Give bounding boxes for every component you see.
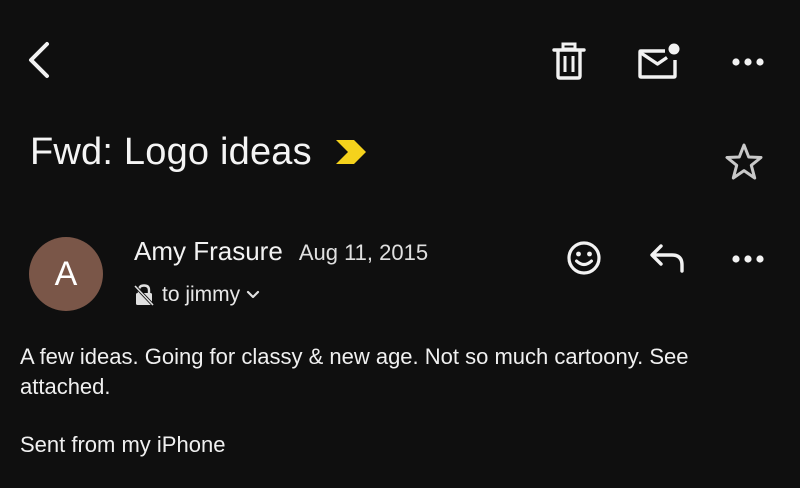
chevron-left-icon <box>29 42 49 78</box>
emoji-icon <box>567 241 601 275</box>
email-body: A few ideas. Going for classy & new age.… <box>20 344 689 399</box>
more-horizontal-icon <box>732 255 764 263</box>
top-toolbar <box>0 0 800 120</box>
message-more-button[interactable] <box>724 238 772 280</box>
mail-unread-icon <box>638 43 680 79</box>
back-button[interactable] <box>18 38 62 82</box>
sender-name[interactable]: Amy Frasure <box>134 236 283 267</box>
importance-marker[interactable] <box>334 138 368 166</box>
more-horizontal-icon <box>732 58 764 66</box>
sender-avatar[interactable]: A <box>29 237 103 311</box>
importance-arrow-icon <box>335 140 366 164</box>
reply-icon <box>650 244 684 273</box>
more-options-button[interactable] <box>724 40 772 84</box>
reply-button[interactable] <box>644 236 690 280</box>
recipient-label: to jimmy <box>162 283 241 306</box>
sent-date: Aug 11, 2015 <box>298 240 429 265</box>
star-button[interactable] <box>720 138 768 186</box>
expand-details-icon <box>246 290 260 300</box>
mark-unread-button[interactable] <box>634 38 684 84</box>
add-reaction-button[interactable] <box>562 236 606 280</box>
email-subject: Fwd: Logo ideas <box>30 130 312 173</box>
lock-icon <box>134 284 154 306</box>
star-icon <box>725 143 763 180</box>
subject-row: Fwd: Logo ideas <box>30 124 368 180</box>
delete-button[interactable] <box>546 38 592 84</box>
email-signature: Sent from my iPhone <box>20 432 226 457</box>
sender-row: Amy Frasure Aug 11, 2015 <box>134 236 428 267</box>
recipient-details-toggle[interactable]: to jimmy <box>134 280 260 310</box>
trash-icon <box>552 42 586 80</box>
